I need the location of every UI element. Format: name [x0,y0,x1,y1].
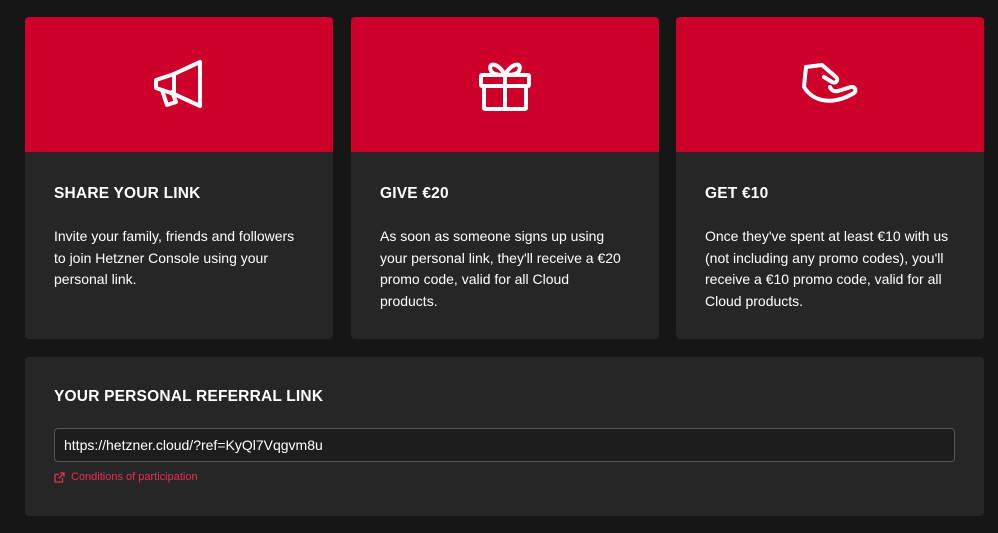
card-body: GET €10 Once they've spent at least €10 … [676,152,984,312]
referral-link-input[interactable] [54,428,955,462]
card-header [25,17,333,152]
card-title: GIVE €20 [380,185,449,202]
referral-steps: SHARE YOUR LINK Invite your family, frie… [25,17,984,339]
external-link-icon [54,471,65,483]
conditions-label: Conditions of participation [71,471,198,483]
card-title: SHARE YOUR LINK [54,185,201,202]
card-title: GET €10 [705,185,769,202]
gift-icon [479,62,531,111]
referral-title: YOUR PERSONAL REFERRAL LINK [54,388,324,405]
card-body: GIVE €20 As soon as someone signs up usi… [351,152,659,312]
referral-page: SHARE YOUR LINK Invite your family, frie… [0,0,998,533]
card-text: Invite your family, friends and follower… [54,228,295,287]
receiving-hand-icon [802,62,858,103]
card-header [351,17,659,152]
card-share-link: SHARE YOUR LINK Invite your family, frie… [25,17,333,339]
megaphone-icon [154,59,202,108]
referral-link-panel: YOUR PERSONAL REFERRAL LINK Conditions o… [25,357,984,516]
card-text: Once they've spent at least €10 with us … [705,228,949,309]
conditions-link[interactable]: Conditions of participation [54,471,198,483]
card-header [676,17,984,152]
card-get-bonus: GET €10 Once they've spent at least €10 … [676,17,984,339]
card-text: As soon as someone signs up using your p… [380,228,621,309]
card-body: SHARE YOUR LINK Invite your family, frie… [25,152,333,291]
card-give-bonus: GIVE €20 As soon as someone signs up usi… [351,17,659,339]
